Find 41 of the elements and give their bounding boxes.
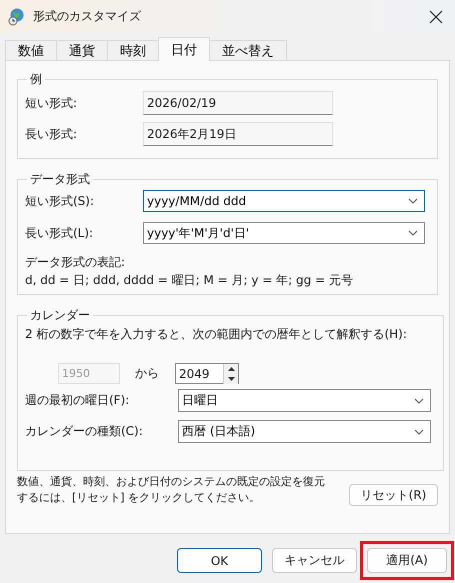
notation-title: データ形式の表記: bbox=[25, 254, 126, 271]
field-label: 長い形式(L): bbox=[25, 224, 94, 242]
calendar-description: 2 桁の数字で年を入力すると、次の範囲内での暦年として解釈する(H): bbox=[25, 326, 408, 343]
field-label: カレンダーの種類(C): bbox=[25, 423, 144, 440]
down-triangle-icon bbox=[228, 376, 234, 380]
globe-clock-icon bbox=[8, 8, 25, 26]
dialog-button[interactable]: OK bbox=[177, 548, 262, 573]
chevron-down-icon bbox=[414, 428, 424, 434]
end-year-spin-field[interactable]: 2049 bbox=[175, 363, 239, 384]
field-label: 短い形式: bbox=[25, 94, 78, 112]
close-icon[interactable] bbox=[429, 10, 443, 24]
read-only-field: 2026年2月19日 bbox=[143, 122, 333, 146]
chevron-down-icon bbox=[414, 398, 424, 404]
spin-down-button[interactable] bbox=[224, 374, 238, 384]
read-only-field: 2026/02/19 bbox=[143, 91, 333, 115]
reset-button[interactable]: リセット(R) bbox=[349, 484, 438, 506]
tab[interactable]: 通貨 bbox=[56, 40, 108, 60]
format-combo-box[interactable]: yyyy'年'M'月'd'日' bbox=[143, 222, 425, 244]
tab[interactable]: 並べ替え bbox=[209, 40, 287, 60]
notation-text: d, dd = 日; ddd, dddd = 曜日; M = 月; y = 年; gg = 元号 bbox=[25, 272, 354, 289]
group-title: カレンダー bbox=[29, 307, 91, 324]
field-label: 長い形式: bbox=[25, 126, 78, 142]
chevron-down-icon bbox=[408, 230, 418, 236]
calendar-combo-box[interactable]: 西暦 (日本語) bbox=[178, 420, 431, 443]
tab[interactable]: 日付 bbox=[158, 37, 210, 61]
group-title: データ形式 bbox=[29, 171, 91, 188]
up-triangle-icon bbox=[228, 366, 234, 370]
window-title: 形式のカスタマイズ bbox=[33, 8, 142, 25]
dialog-button[interactable]: キャンセル bbox=[272, 548, 357, 573]
reset-note: 数値、通貨、時刻、および日付のシステムの既定の設定を復元するには、[リセット] をクリックしてください。 bbox=[17, 474, 326, 506]
tab[interactable]: 数値 bbox=[5, 40, 57, 60]
range-label: から bbox=[135, 365, 159, 382]
field-label: 短い形式(S): bbox=[25, 192, 96, 210]
format-combo-box[interactable]: yyyy/MM/dd ddd bbox=[143, 190, 425, 212]
calendar-combo-box[interactable]: 日曜日 bbox=[178, 389, 431, 412]
field-label: 週の最初の曜日(F): bbox=[25, 392, 130, 409]
tab[interactable]: 時刻 bbox=[107, 40, 159, 60]
dialog-button[interactable]: 適用(A) bbox=[367, 548, 447, 573]
group-title: 例 bbox=[29, 71, 43, 88]
chevron-down-icon bbox=[408, 198, 418, 204]
spin-up-button[interactable] bbox=[224, 364, 238, 374]
